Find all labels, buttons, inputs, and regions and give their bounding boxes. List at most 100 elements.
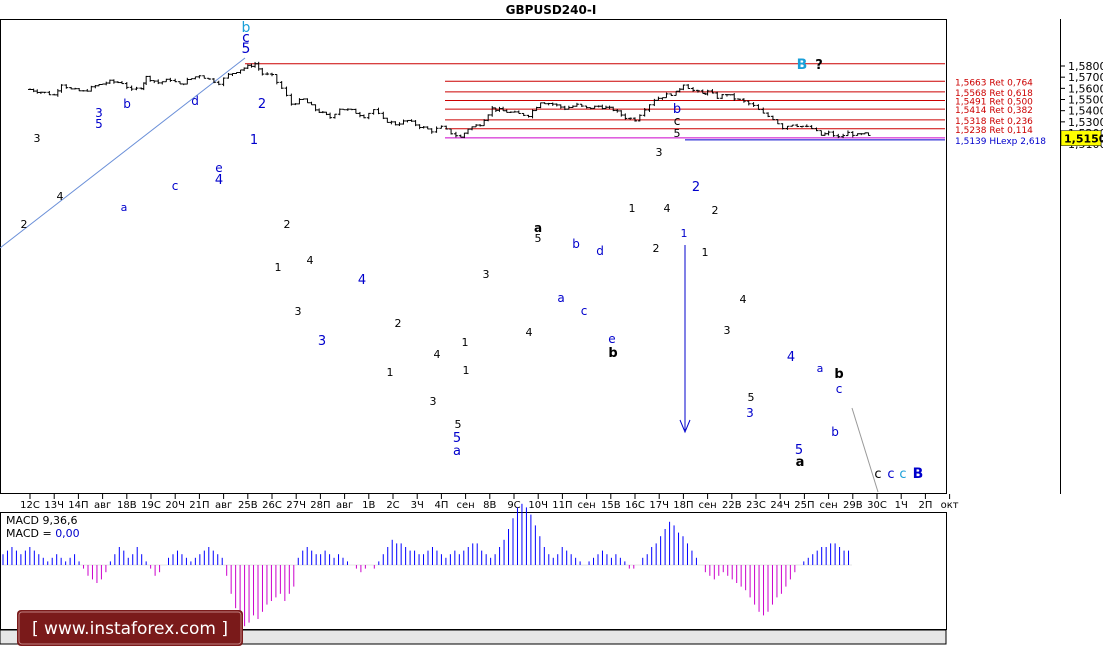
wave-label: 3 <box>318 334 326 349</box>
wave-label: 3 <box>34 132 41 145</box>
current-price-value: 1,5150 <box>1064 133 1103 146</box>
wave-label: 3 <box>483 268 490 281</box>
time-tick-label: 30С <box>867 500 887 511</box>
time-tick-label: 1Ч <box>895 500 908 511</box>
wave-label: 4 <box>787 350 795 365</box>
instaforex-watermark: [ www.instaforex.com ] <box>17 610 243 646</box>
wave-label: d <box>191 94 199 108</box>
wave-label: 4 <box>358 273 366 288</box>
time-tick-label: 2С <box>386 500 399 511</box>
wave-label: d <box>596 244 604 258</box>
time-tick-label: 27Ч <box>286 500 306 511</box>
wave-label: 5 <box>242 41 251 57</box>
wave-labels: bc52135b dce4a3242143342141355a134a5 badce… <box>21 20 924 482</box>
time-tick-label: сен <box>698 500 716 511</box>
chart-title: GBPUSD240-I <box>506 3 597 17</box>
time-tick-label: 25П <box>794 500 814 511</box>
watermark-text: [ www.instaforex.com ] <box>32 619 228 639</box>
wave-label: c <box>874 467 881 482</box>
time-tick-label: 11П <box>552 500 572 511</box>
wave-label: 4 <box>664 202 671 215</box>
wave-label: 4 <box>307 254 314 267</box>
gbpusd-h4-chart: GBPUSD240-I 1,58001,57001,56001,55001,54… <box>0 3 1103 646</box>
wave-label: 4 <box>526 326 533 339</box>
time-tick-label: окт <box>941 500 959 511</box>
wave-label: 1 <box>275 261 282 274</box>
wave-label: b <box>831 425 839 439</box>
macd-value: 0,00 <box>55 527 80 540</box>
wave-label: b <box>834 367 843 382</box>
time-tick-label: 24Ч <box>770 500 790 511</box>
wave-label: c <box>887 467 894 482</box>
wave-label: 4 <box>215 173 223 188</box>
time-tick-label: 19С <box>141 500 161 511</box>
wave-label: c <box>899 467 906 482</box>
time-tick-label: 29В <box>843 500 863 511</box>
wave-label: 2 <box>712 204 719 217</box>
wave-label: 3 <box>656 146 663 159</box>
wave-label: c <box>674 114 681 128</box>
time-tick-label: 8В <box>483 500 496 511</box>
current-price-tag: 1,5150 <box>1060 130 1103 146</box>
time-tick-label: 12С <box>20 500 40 511</box>
time-tick-label: 18П <box>673 500 693 511</box>
trend-lines <box>0 57 879 493</box>
time-tick-label: 25В <box>238 500 258 511</box>
rising-trend-line <box>0 57 246 249</box>
wave-label: a <box>796 455 805 470</box>
time-tick-label: 15В <box>601 500 621 511</box>
wave-label: 2 <box>653 242 660 255</box>
time-tick-label: 3Ч <box>411 500 424 511</box>
extension-level-label: 1,5139 HLexp 2,618 <box>955 137 1046 147</box>
wave-label: 2 <box>395 317 402 330</box>
wave-label: 1 <box>387 366 394 379</box>
time-tick-label: 16С <box>625 500 645 511</box>
wave-label: 2 <box>258 97 266 112</box>
wave-label: c <box>581 304 588 318</box>
time-axis: 12С 13Ч 14П авг 18В 19С 20Ч 21П авг 25В 26С 27Ч 28П а… <box>20 494 959 511</box>
macd-value-line: MACD = 0,00 <box>6 527 80 540</box>
wave-label: b <box>572 237 580 251</box>
time-tick-label: сен <box>819 500 837 511</box>
wave-label: 4 <box>740 293 747 306</box>
wave-label: 3 <box>724 324 731 337</box>
time-tick-label: 21П <box>189 500 209 511</box>
macd-histogram <box>2 503 852 627</box>
wave-label: 1 <box>702 246 709 259</box>
time-tick-label: 28П <box>310 500 330 511</box>
wave-label: 3 <box>430 395 437 408</box>
time-tick-label: 18В <box>117 500 137 511</box>
time-tick-label: 14П <box>68 500 88 511</box>
macd-label: MACD 9,36,6 <box>6 514 77 527</box>
time-tick-label: 20Ч <box>165 500 185 511</box>
wave-label: b <box>608 346 617 361</box>
main-plot-frame <box>0 19 947 494</box>
time-tick-label: сен <box>577 500 595 511</box>
time-tick-label: 2П <box>918 500 932 511</box>
fib-levels: 1,5663 Ret 0,7641,5568 Ret 0,6181,5491 R… <box>245 63 1046 147</box>
wave-label: a <box>453 444 461 459</box>
fib-level-label: 1,5663 Ret 0,764 <box>955 78 1033 88</box>
fib-level-label: 1,5414 Ret 0,382 <box>955 106 1033 116</box>
wave-label: 3 <box>746 406 754 420</box>
time-tick-label: 23С <box>746 500 766 511</box>
wave-label: B <box>913 466 924 482</box>
wave-label: 1 <box>463 364 470 377</box>
wave-label: 5 <box>95 117 103 131</box>
price-bars <box>28 61 871 139</box>
time-tick-label: 4П <box>434 500 448 511</box>
wave-label: B <box>797 57 808 73</box>
wave-label: 4 <box>57 190 64 203</box>
wave-label: 5 <box>535 232 542 245</box>
time-tick-label: 13Ч <box>44 500 64 511</box>
wave-label: 5 <box>748 391 755 404</box>
wave-label: c <box>172 179 179 193</box>
wave-label: ? <box>815 58 823 73</box>
wave-label: e <box>608 332 615 346</box>
wave-label: 4 <box>434 348 441 361</box>
time-tick-label: 10Ч <box>528 500 548 511</box>
time-tick-label: 22В <box>722 500 742 511</box>
time-tick-label: авг <box>215 500 232 511</box>
time-tick-label: 26С <box>262 500 282 511</box>
wave-label: b <box>123 97 131 111</box>
